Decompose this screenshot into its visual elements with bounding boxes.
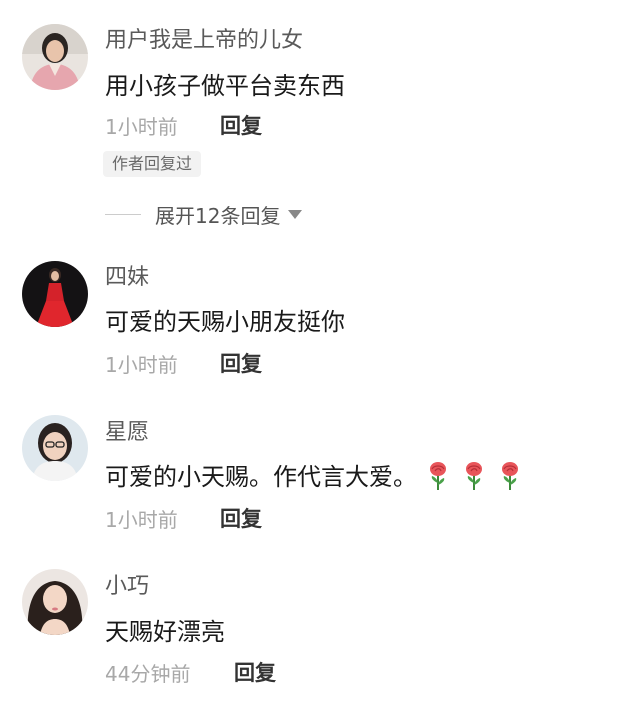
comment-text-body: 可爱的小天赐。作代言大爱。 [105, 463, 417, 491]
timestamp: 1小时前 [105, 353, 178, 377]
rose-emoji-icon [459, 461, 489, 491]
timestamp: 1小时前 [105, 115, 178, 139]
author-replied-badge: 作者回复过 [103, 151, 202, 177]
timestamp: 44分钟前 [105, 662, 191, 686]
expand-replies-label: 展开12条回复 [155, 203, 281, 228]
expand-replies-button[interactable]: 展开12条回复 [105, 201, 303, 228]
reply-button[interactable]: 回复 [220, 354, 262, 375]
user-avatar-icon [22, 261, 88, 327]
user-avatar-icon [22, 569, 88, 635]
comment-text: 天赐好漂亮 [105, 618, 225, 646]
divider-line [105, 213, 141, 215]
rose-emoji-icon [495, 461, 525, 491]
username[interactable]: 四妹 [105, 267, 149, 289]
timestamp: 1小时前 [105, 508, 178, 532]
username[interactable]: 用户我是上帝的儿女 [105, 30, 303, 52]
comment-text: 可爱的天赐小朋友挺你 [105, 308, 345, 336]
username[interactable]: 小巧 [105, 576, 149, 598]
reply-button[interactable]: 回复 [220, 116, 262, 137]
avatar[interactable] [22, 261, 88, 327]
user-avatar-icon [22, 415, 88, 481]
avatar[interactable] [22, 569, 88, 635]
chevron-down-icon [288, 209, 303, 219]
reply-button[interactable]: 回复 [220, 509, 262, 530]
username[interactable]: 星愿 [105, 422, 149, 444]
comment-text: 可爱的小天赐。作代言大爱。 [105, 461, 525, 491]
rose-emoji-icon [423, 461, 453, 491]
avatar[interactable] [22, 415, 88, 481]
comment-text: 用小孩子做平台卖东西 [105, 72, 345, 100]
reply-button[interactable]: 回复 [234, 663, 276, 684]
avatar[interactable] [22, 24, 88, 90]
user-avatar-icon [22, 24, 88, 90]
